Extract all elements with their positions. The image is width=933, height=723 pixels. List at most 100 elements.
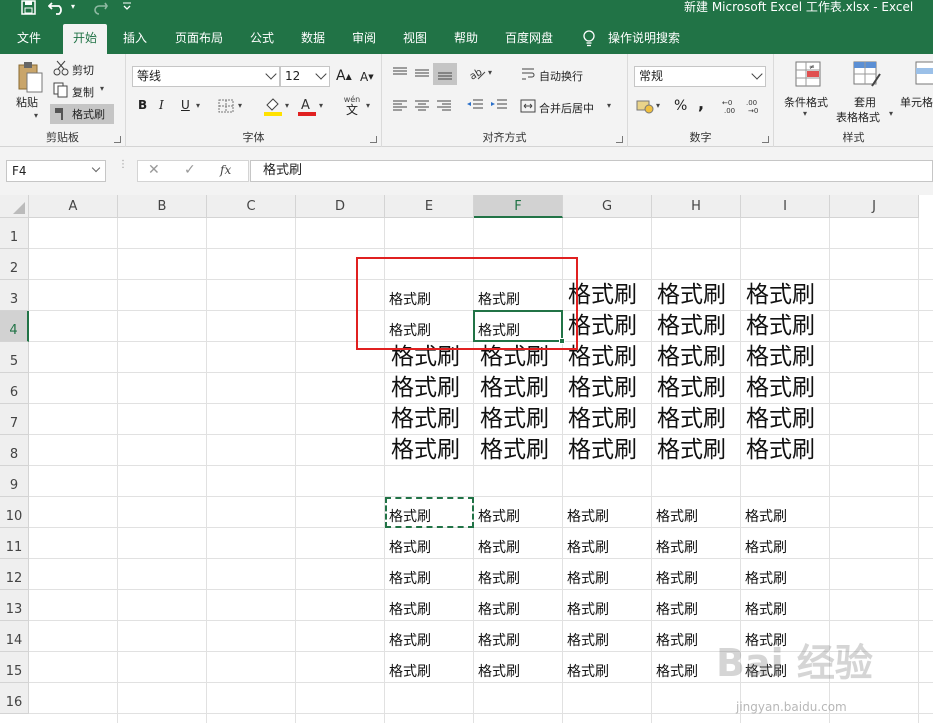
cell-styles-icon[interactable] bbox=[914, 60, 933, 88]
cell-I7[interactable]: 格式刷 bbox=[746, 406, 815, 433]
column-header-B[interactable]: B bbox=[118, 195, 207, 218]
copy-dropdown-icon[interactable]: ▾ bbox=[100, 84, 104, 93]
select-all-corner[interactable] bbox=[0, 195, 29, 218]
undo-dropdown-icon[interactable]: ▾ bbox=[68, 0, 78, 16]
percent-button[interactable]: % bbox=[674, 98, 687, 114]
cell-styles-button[interactable]: 单元格 bbox=[900, 94, 933, 110]
paste-dropdown-icon[interactable]: ▾ bbox=[34, 111, 38, 120]
tab-data[interactable]: 数据 bbox=[293, 24, 333, 54]
increase-font-size-icon[interactable]: A ▲ bbox=[336, 68, 352, 84]
row-header-5[interactable]: 5 bbox=[0, 342, 29, 373]
accounting-format-icon[interactable] bbox=[636, 98, 654, 114]
tab-formulas[interactable]: 公式 bbox=[242, 24, 282, 54]
enter-icon[interactable]: ✓ bbox=[184, 162, 196, 178]
merge-center-button[interactable]: 合并后居中 bbox=[539, 100, 594, 116]
cell-I6[interactable]: 格式刷 bbox=[746, 375, 815, 402]
cell-I14[interactable]: 格式刷 bbox=[745, 632, 787, 650]
row-header-4[interactable]: 4 bbox=[0, 311, 29, 342]
row-header-8[interactable]: 8 bbox=[0, 435, 29, 466]
row-header-1[interactable]: 1 bbox=[0, 218, 29, 249]
table-dropdown-icon[interactable]: ▾ bbox=[889, 109, 893, 118]
format-as-table-icon[interactable] bbox=[852, 60, 882, 88]
decrease-font-size-icon[interactable]: A ▼ bbox=[360, 70, 374, 84]
fill-color-icon[interactable] bbox=[264, 96, 282, 116]
number-launcher-icon[interactable] bbox=[762, 136, 769, 143]
insert-function-icon[interactable]: fx bbox=[220, 163, 231, 177]
phonetic-guide-icon[interactable]: wén 文 bbox=[340, 95, 364, 119]
cell-G5[interactable]: 格式刷 bbox=[568, 344, 637, 371]
cell-H12[interactable]: 格式刷 bbox=[656, 570, 698, 588]
column-header-H[interactable]: H bbox=[652, 195, 741, 218]
tell-me-search[interactable]: 操作说明搜索 bbox=[604, 24, 684, 54]
alignment-launcher-icon[interactable] bbox=[616, 136, 623, 143]
row-header-12[interactable]: 12 bbox=[0, 559, 29, 590]
cell-I10[interactable]: 格式刷 bbox=[745, 508, 787, 526]
undo-icon[interactable] bbox=[47, 0, 66, 16]
accounting-dropdown-icon[interactable]: ▾ bbox=[656, 101, 660, 110]
fill-color-dropdown-icon[interactable]: ▾ bbox=[285, 101, 289, 110]
cell-G8[interactable]: 格式刷 bbox=[568, 437, 637, 464]
conditional-dropdown-icon[interactable]: ▾ bbox=[803, 109, 807, 118]
conditional-formatting-button[interactable]: 条件格式 bbox=[784, 94, 828, 110]
cell-G3[interactable]: 格式刷 bbox=[568, 282, 637, 309]
merge-center-icon[interactable] bbox=[520, 99, 536, 113]
name-box[interactable]: F4 bbox=[6, 160, 106, 182]
column-header-F[interactable]: F bbox=[474, 195, 563, 218]
wrap-text-button[interactable]: 自动换行 bbox=[539, 68, 583, 84]
tab-help[interactable]: 帮助 bbox=[446, 24, 486, 54]
row-header-13[interactable]: 13 bbox=[0, 590, 29, 621]
redo-icon[interactable] bbox=[94, 0, 108, 16]
cell-H15[interactable]: 格式刷 bbox=[656, 663, 698, 681]
scissors-icon[interactable] bbox=[53, 60, 69, 76]
cell-I5[interactable]: 格式刷 bbox=[746, 344, 815, 371]
cell-E7[interactable]: 格式刷 bbox=[391, 406, 460, 433]
borders-icon[interactable] bbox=[218, 99, 234, 113]
cell-F6[interactable]: 格式刷 bbox=[480, 375, 549, 402]
align-right-icon[interactable] bbox=[436, 100, 452, 112]
cell-I8[interactable]: 格式刷 bbox=[746, 437, 815, 464]
cell-I15[interactable]: 格式刷 bbox=[745, 663, 787, 681]
cell-E13[interactable]: 格式刷 bbox=[389, 601, 431, 619]
customize-toolbar-icon[interactable] bbox=[120, 0, 134, 16]
orientation-dropdown-icon[interactable]: ▾ bbox=[488, 68, 492, 77]
cell-F8[interactable]: 格式刷 bbox=[480, 437, 549, 464]
row-header-15[interactable]: 15 bbox=[0, 652, 29, 683]
cell-H13[interactable]: 格式刷 bbox=[656, 601, 698, 619]
cell-E12[interactable]: 格式刷 bbox=[389, 570, 431, 588]
cell-F10[interactable]: 格式刷 bbox=[478, 508, 520, 526]
increase-decimal-icon[interactable]: ←0.00 bbox=[722, 98, 740, 114]
cell-H7[interactable]: 格式刷 bbox=[657, 406, 726, 433]
row-header-16[interactable]: 16 bbox=[0, 683, 29, 714]
cell-H8[interactable]: 格式刷 bbox=[657, 437, 726, 464]
column-header-J[interactable]: J bbox=[830, 195, 919, 218]
column-header-I[interactable]: I bbox=[741, 195, 830, 218]
column-header-G[interactable]: G bbox=[563, 195, 652, 218]
clipboard-launcher-icon[interactable] bbox=[114, 136, 121, 143]
copy-button[interactable]: 复制 bbox=[72, 84, 94, 100]
font-color-dropdown-icon[interactable]: ▾ bbox=[319, 101, 323, 110]
cell-E8[interactable]: 格式刷 bbox=[391, 437, 460, 464]
cancel-icon[interactable]: ✕ bbox=[148, 162, 160, 178]
cell-I4[interactable]: 格式刷 bbox=[746, 313, 815, 340]
orientation-icon[interactable]: ab bbox=[468, 65, 486, 81]
align-center-icon[interactable] bbox=[414, 100, 430, 112]
row-header-6[interactable]: 6 bbox=[0, 373, 29, 404]
tab-review[interactable]: 审阅 bbox=[344, 24, 384, 54]
cell-H4[interactable]: 格式刷 bbox=[657, 313, 726, 340]
cell-F13[interactable]: 格式刷 bbox=[478, 601, 520, 619]
row-header-11[interactable]: 11 bbox=[0, 528, 29, 559]
tab-baidu-netdisk[interactable]: 百度网盘 bbox=[498, 24, 560, 54]
cell-E14[interactable]: 格式刷 bbox=[389, 632, 431, 650]
merge-dropdown-icon[interactable]: ▾ bbox=[607, 101, 611, 110]
align-top-icon[interactable] bbox=[392, 67, 408, 79]
cell-F15[interactable]: 格式刷 bbox=[478, 663, 520, 681]
decrease-decimal-icon[interactable]: .00→0 bbox=[746, 98, 764, 114]
bold-button[interactable]: B bbox=[138, 98, 147, 112]
wrap-text-icon[interactable] bbox=[521, 67, 535, 81]
copy-icon[interactable] bbox=[53, 82, 69, 98]
italic-button[interactable]: I bbox=[159, 98, 164, 112]
tab-page-layout[interactable]: 页面布局 bbox=[168, 24, 230, 54]
cell-I3[interactable]: 格式刷 bbox=[746, 282, 815, 309]
row-header-7[interactable]: 7 bbox=[0, 404, 29, 435]
cell-E15[interactable]: 格式刷 bbox=[389, 663, 431, 681]
